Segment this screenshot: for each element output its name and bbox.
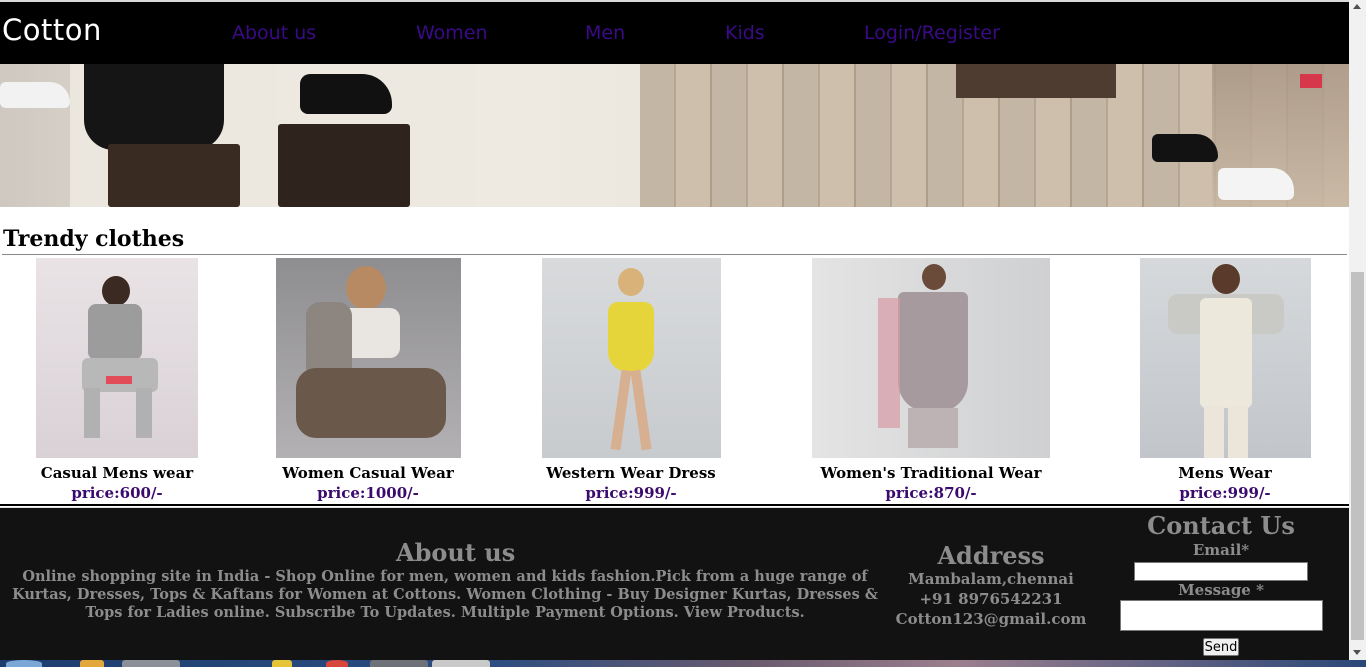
- hero-stool: [108, 144, 240, 207]
- product-card[interactable]: Mens Wear price:999/-: [1125, 258, 1325, 502]
- product-name: Casual Mens wear: [40, 464, 194, 482]
- hero-bench: [956, 64, 1116, 98]
- product-image[interactable]: [36, 258, 198, 458]
- email-label: Email*: [1192, 541, 1250, 559]
- nav-link-about-us[interactable]: About us: [232, 22, 316, 44]
- scrollbar-thumb[interactable]: [1351, 272, 1364, 640]
- footer-about-text: Online shopping site in India - Shop Onl…: [12, 568, 878, 621]
- nav-link-login-register[interactable]: Login/Register: [864, 22, 1000, 44]
- hero-sneaker: [1152, 134, 1218, 162]
- product-card[interactable]: Casual Mens wear price:600/-: [17, 258, 217, 502]
- product-name: Women's Traditional Wear: [820, 464, 1042, 482]
- product-image[interactable]: [541, 258, 721, 458]
- hero-red-item: [1300, 74, 1322, 88]
- taskbar-app-icon[interactable]: [432, 660, 490, 667]
- nav-link-men[interactable]: Men: [585, 22, 625, 44]
- product-price: price:999/-: [1179, 484, 1271, 502]
- footer-email: Cotton123@gmail.com: [895, 610, 1087, 628]
- footer-address-title: Address: [937, 541, 1045, 570]
- product-price: price:1000/-: [317, 484, 419, 502]
- taskbar-app-icon[interactable]: [122, 660, 180, 667]
- footer-contact-title: Contact Us: [1147, 511, 1295, 540]
- scroll-down-arrow-icon[interactable]: [1353, 650, 1361, 655]
- product-name: Western Wear Dress: [546, 464, 716, 482]
- hero-sneaker: [0, 82, 70, 108]
- product-name: Women Casual Wear: [282, 464, 454, 482]
- footer-address-line: Mambalam,chennai: [908, 570, 1074, 588]
- product-image[interactable]: [275, 258, 461, 458]
- product-price: price:870/-: [885, 484, 977, 502]
- nav-link-women[interactable]: Women: [416, 22, 488, 44]
- hero-sneaker: [300, 74, 392, 114]
- hero-backpack: [84, 64, 224, 150]
- product-name: Mens Wear: [1178, 464, 1272, 482]
- email-field[interactable]: [1134, 562, 1308, 581]
- section-divider: [2, 254, 1347, 255]
- product-card[interactable]: Western Wear Dress price:999/-: [531, 258, 731, 502]
- taskbar-app-icon[interactable]: [326, 660, 348, 667]
- message-label: Message *: [1178, 581, 1264, 599]
- nav-link-kids[interactable]: Kids: [725, 22, 765, 44]
- section-title: Trendy clothes: [3, 226, 185, 252]
- file-explorer-icon[interactable]: [80, 660, 104, 667]
- footer-about-title: About us: [396, 538, 516, 567]
- taskbar-app-icon[interactable]: [370, 660, 428, 667]
- scroll-up-arrow-icon[interactable]: [1353, 4, 1361, 9]
- message-field[interactable]: [1120, 600, 1323, 631]
- taskbar-app-icon[interactable]: [272, 660, 292, 667]
- hero-sneaker: [1218, 168, 1294, 200]
- product-image[interactable]: [1139, 258, 1311, 458]
- product-price: price:999/-: [585, 484, 677, 502]
- product-price: price:600/-: [71, 484, 163, 502]
- footer: About us Online shopping site in India -…: [0, 508, 1349, 660]
- navbar: Cotton About us Women Men Kids Login/Reg…: [0, 2, 1349, 64]
- footer-phone: +91 8976542231: [919, 590, 1063, 608]
- os-taskbar: [0, 660, 1366, 667]
- product-card[interactable]: Women's Traditional Wear price:870/-: [806, 258, 1056, 502]
- hero-stool: [278, 124, 410, 207]
- product-image[interactable]: [812, 258, 1050, 458]
- start-button-icon[interactable]: [6, 660, 42, 667]
- brand-logo[interactable]: Cotton: [2, 13, 102, 47]
- hero-banner-image: [0, 64, 1349, 207]
- footer-divider: [0, 504, 1349, 506]
- product-card[interactable]: Women Casual Wear price:1000/-: [268, 258, 468, 502]
- send-button[interactable]: Send: [1203, 638, 1239, 656]
